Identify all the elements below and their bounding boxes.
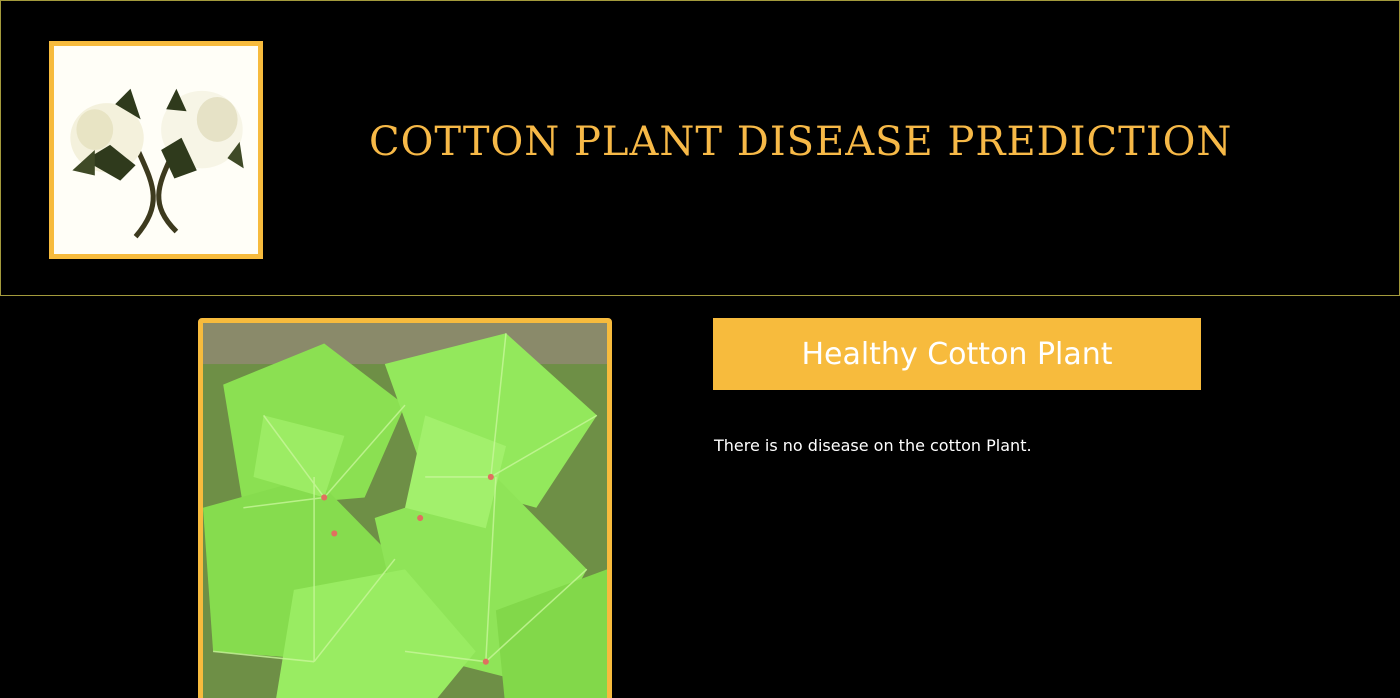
page-header: COTTON PLANT DISEASE PREDICTION [0, 0, 1400, 296]
uploaded-image-frame [198, 318, 612, 698]
logo-frame [49, 41, 263, 259]
prediction-description: There is no disease on the cotton Plant. [714, 436, 1032, 455]
prediction-result-banner: Healthy Cotton Plant [713, 318, 1201, 390]
cotton-leaf-photo [203, 323, 607, 698]
page-title: COTTON PLANT DISEASE PREDICTION [369, 119, 1233, 165]
cotton-boll-icon [70, 88, 244, 239]
prediction-label: Healthy Cotton Plant [801, 336, 1113, 372]
